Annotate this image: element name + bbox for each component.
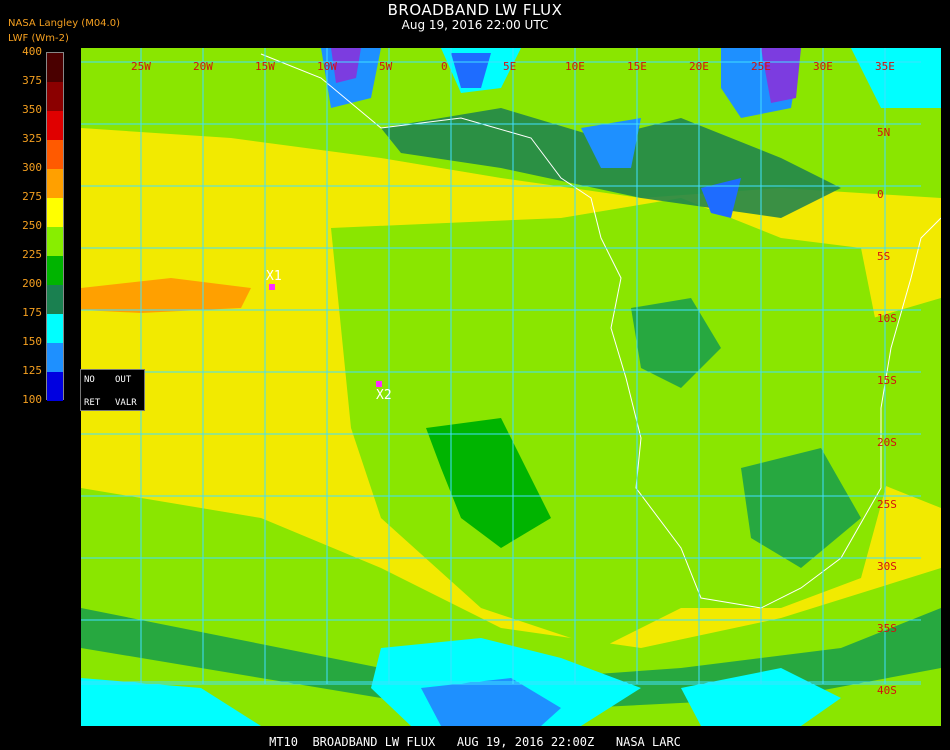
lat-lon-grid bbox=[81, 48, 921, 685]
color-scale-tick: 275 bbox=[22, 190, 42, 203]
units-label: LWF (Wm-2) bbox=[8, 33, 69, 44]
color-scale-swatch bbox=[47, 256, 63, 285]
color-scale-tick: 175 bbox=[22, 306, 42, 319]
valr-button[interactable]: VALR bbox=[115, 398, 137, 408]
color-scale-swatch bbox=[47, 343, 63, 372]
ret-button[interactable]: RET bbox=[84, 398, 100, 408]
color-scale-bar bbox=[46, 52, 64, 401]
color-scale-tick: 100 bbox=[22, 393, 42, 406]
color-scale-swatch bbox=[47, 53, 63, 82]
latitude-label: 5N bbox=[877, 126, 891, 139]
color-scale-tick: 200 bbox=[22, 277, 42, 290]
longitude-label: 15E bbox=[627, 60, 647, 73]
longitude-label: 10W bbox=[317, 60, 337, 73]
longitude-label: 0 bbox=[441, 60, 448, 73]
latitude-label: 30S bbox=[877, 560, 897, 573]
marker-x2-label: X2 bbox=[376, 388, 392, 403]
longitude-label: 10E bbox=[565, 60, 585, 73]
longitude-label: 25W bbox=[131, 60, 151, 73]
color-scale-tick: 300 bbox=[22, 161, 42, 174]
latitude-label: 20S bbox=[877, 436, 897, 449]
color-scale-swatch bbox=[47, 372, 63, 401]
color-scale-tick: 350 bbox=[22, 103, 42, 116]
latitude-label: 10S bbox=[877, 312, 897, 325]
longitude-label: 30E bbox=[813, 60, 833, 73]
color-scale-swatch bbox=[47, 198, 63, 227]
footer-caption: MT10 BROADBAND LW FLUX AUG 19, 2016 22:0… bbox=[269, 735, 681, 749]
color-scale-tick: 150 bbox=[22, 335, 42, 348]
marker-x2-point[interactable] bbox=[376, 381, 382, 387]
longitude-label: 5W bbox=[379, 60, 393, 73]
longitude-label: 35E bbox=[875, 60, 895, 73]
color-scale-tick: 375 bbox=[22, 74, 42, 87]
flux-map[interactable]: 25W 20W 15W 10W 5W 0 5E 10E 15E 20E 25E 30E 35E 5N 0 5… bbox=[81, 48, 941, 726]
longitude-label: 5E bbox=[503, 60, 517, 73]
color-scale-swatch bbox=[47, 82, 63, 111]
color-scale-swatch bbox=[47, 285, 63, 314]
color-scale-swatch bbox=[47, 111, 63, 140]
no-button[interactable]: NO bbox=[84, 375, 95, 385]
longitude-label: 20W bbox=[193, 60, 213, 73]
data-source-label: NASA Langley (M04.0) bbox=[8, 18, 120, 29]
color-scale-swatch bbox=[47, 169, 63, 198]
color-scale-tick: 225 bbox=[22, 248, 42, 261]
map-timestamp: Aug 19, 2016 22:00 UTC bbox=[401, 18, 549, 32]
color-scale-tick: 250 bbox=[22, 219, 42, 232]
color-scale-tick: 325 bbox=[22, 132, 42, 145]
latitude-label: 5S bbox=[877, 250, 891, 263]
color-scale-swatch bbox=[47, 140, 63, 169]
color-scale-swatch bbox=[47, 314, 63, 343]
color-scale-swatch bbox=[47, 227, 63, 256]
color-scale-tick: 400 bbox=[22, 45, 42, 58]
map-title: BROADBAND LW FLUX bbox=[387, 1, 563, 19]
out-button[interactable]: OUT bbox=[115, 375, 131, 385]
longitude-label: 20E bbox=[689, 60, 709, 73]
latitude-label: 40S bbox=[877, 684, 897, 697]
longitude-label: 15W bbox=[255, 60, 275, 73]
marker-x1-point[interactable] bbox=[269, 284, 275, 290]
control-panel: NO OUT RET VALR bbox=[80, 369, 145, 411]
color-scale-tick: 125 bbox=[22, 364, 42, 377]
latitude-label: 0 bbox=[877, 188, 884, 201]
latitude-label: 15S bbox=[877, 374, 897, 387]
latitude-label: 35S bbox=[877, 622, 897, 635]
latitude-label: 25S bbox=[877, 498, 897, 511]
marker-x1-label: X1 bbox=[266, 269, 282, 284]
longitude-label: 25E bbox=[751, 60, 771, 73]
